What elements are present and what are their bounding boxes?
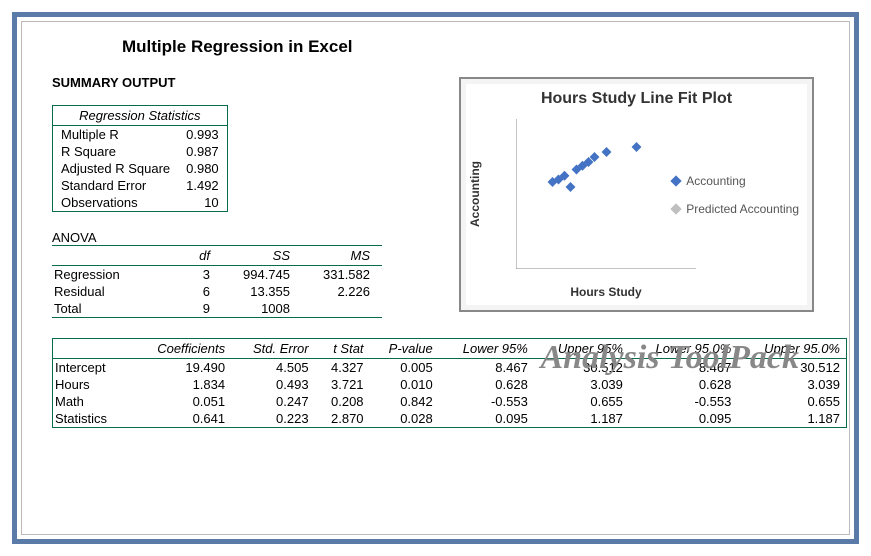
table-row: Total91008 xyxy=(52,300,382,318)
x-axis-title: Hours Study xyxy=(516,285,696,299)
table-row: Residual613.3552.226 xyxy=(52,283,382,300)
chart-panel: Hours Study Line Fit Plot Accounting 0 2… xyxy=(459,77,814,312)
table-row: Math0.0510.2470.2080.842-0.5530.655-0.55… xyxy=(53,393,847,410)
table-row: Standard Error1.492 xyxy=(53,177,228,194)
main-title: Multiple Regression in Excel xyxy=(122,37,829,57)
table-row: Adjusted R Square0.980 xyxy=(53,160,228,177)
regression-statistics-table: Regression Statistics Multiple R0.993 R … xyxy=(52,105,228,212)
table-row: Observations10 xyxy=(53,194,228,212)
table-row: Hours1.8340.4933.7210.0100.6283.0390.628… xyxy=(53,376,847,393)
square-icon xyxy=(671,203,682,214)
analysis-toolpak-label: Analysis ToolPack xyxy=(541,339,800,377)
chart-inner: Hours Study Line Fit Plot Accounting 0 2… xyxy=(466,84,807,305)
outer-frame: Multiple Regression in Excel SUMMARY OUT… xyxy=(12,12,859,544)
table-row: Regression3994.745331.582 xyxy=(52,266,382,284)
table-row: R Square0.987 xyxy=(53,143,228,160)
inner-frame: Multiple Regression in Excel SUMMARY OUT… xyxy=(21,21,850,535)
y-axis-title: Accounting xyxy=(468,84,482,305)
data-points xyxy=(548,142,642,192)
legend-item: Predicted Accounting xyxy=(672,202,799,216)
table-row: Statistics0.6410.2232.8700.0280.0951.187… xyxy=(53,410,847,428)
chart-legend: Accounting Predicted Accounting xyxy=(672,174,799,230)
table-row: Multiple R0.993 xyxy=(53,126,228,144)
chart-title: Hours Study Line Fit Plot xyxy=(466,84,807,108)
reg-stats-header: Regression Statistics xyxy=(53,106,228,126)
diamond-icon xyxy=(671,175,682,186)
legend-item: Accounting xyxy=(672,174,799,188)
scatter-plot: 0 20 40 60 80 100 120 xyxy=(516,119,696,269)
anova-table: df SS MS Regression3994.745331.582 Resid… xyxy=(52,245,382,318)
